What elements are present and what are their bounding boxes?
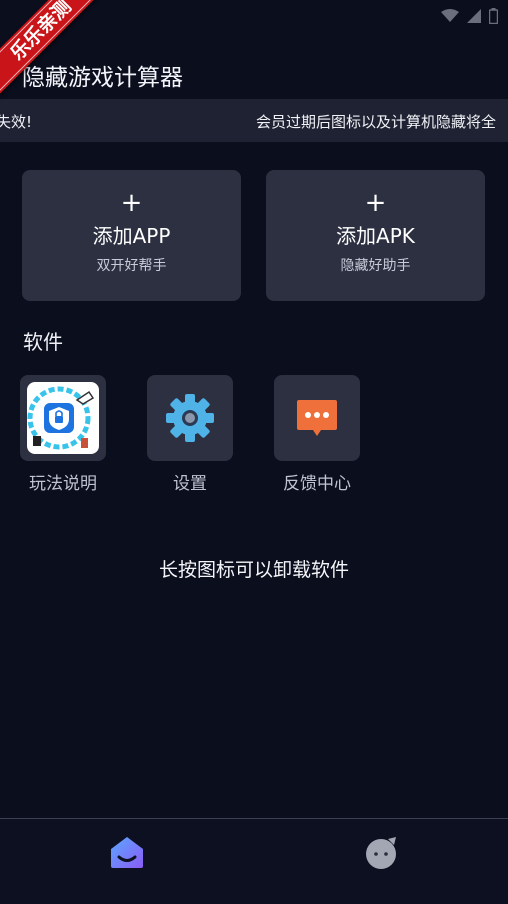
add-app-button[interactable]: + 添加APP 双开好帮手 xyxy=(22,170,241,301)
add-app-title: 添加APP xyxy=(92,224,171,248)
app-label: 设置 xyxy=(173,474,207,494)
app-guide[interactable]: 玩法说明 xyxy=(20,375,106,494)
uninstall-hint: 长按图标可以卸载软件 xyxy=(158,559,349,581)
add-apk-button[interactable]: + 添加APK 隐藏好助手 xyxy=(266,170,485,301)
battery-icon xyxy=(489,8,498,24)
app-icon-tile xyxy=(20,375,106,461)
nav-home[interactable] xyxy=(107,833,147,873)
add-apk-title: 添加APK xyxy=(336,224,415,248)
plus-icon: + xyxy=(120,188,143,218)
nav-profile[interactable] xyxy=(362,833,402,873)
marquee-text-right: 会员过期后图标以及计算机隐藏将全 xyxy=(256,113,497,131)
app-icon-tile xyxy=(147,375,233,461)
app-label: 反馈中心 xyxy=(283,474,351,494)
plus-icon: + xyxy=(364,188,387,218)
bottom-nav xyxy=(0,818,508,904)
notice-marquee: 失效! 会员过期后图标以及计算机隐藏将全 xyxy=(0,99,508,142)
add-apk-subtitle: 隐藏好助手 xyxy=(340,258,411,274)
app-icon-tile xyxy=(274,375,360,461)
page-title: 隐藏游戏计算器 xyxy=(22,65,183,91)
chat-bubble-icon xyxy=(297,400,337,436)
section-title: 软件 xyxy=(23,330,63,354)
marquee-text-left: 失效! xyxy=(0,113,33,131)
app-settings[interactable]: 设置 xyxy=(147,375,233,494)
status-icons xyxy=(441,8,498,24)
home-icon xyxy=(111,837,143,868)
mascot-icon xyxy=(366,837,396,869)
guide-shield-icon xyxy=(27,382,99,454)
wifi-icon xyxy=(441,9,459,22)
gear-icon xyxy=(166,394,214,442)
app-feedback[interactable]: 反馈中心 xyxy=(274,375,360,494)
signal-icon xyxy=(467,9,481,23)
add-app-subtitle: 双开好帮手 xyxy=(96,258,167,274)
app-label: 玩法说明 xyxy=(29,474,97,494)
